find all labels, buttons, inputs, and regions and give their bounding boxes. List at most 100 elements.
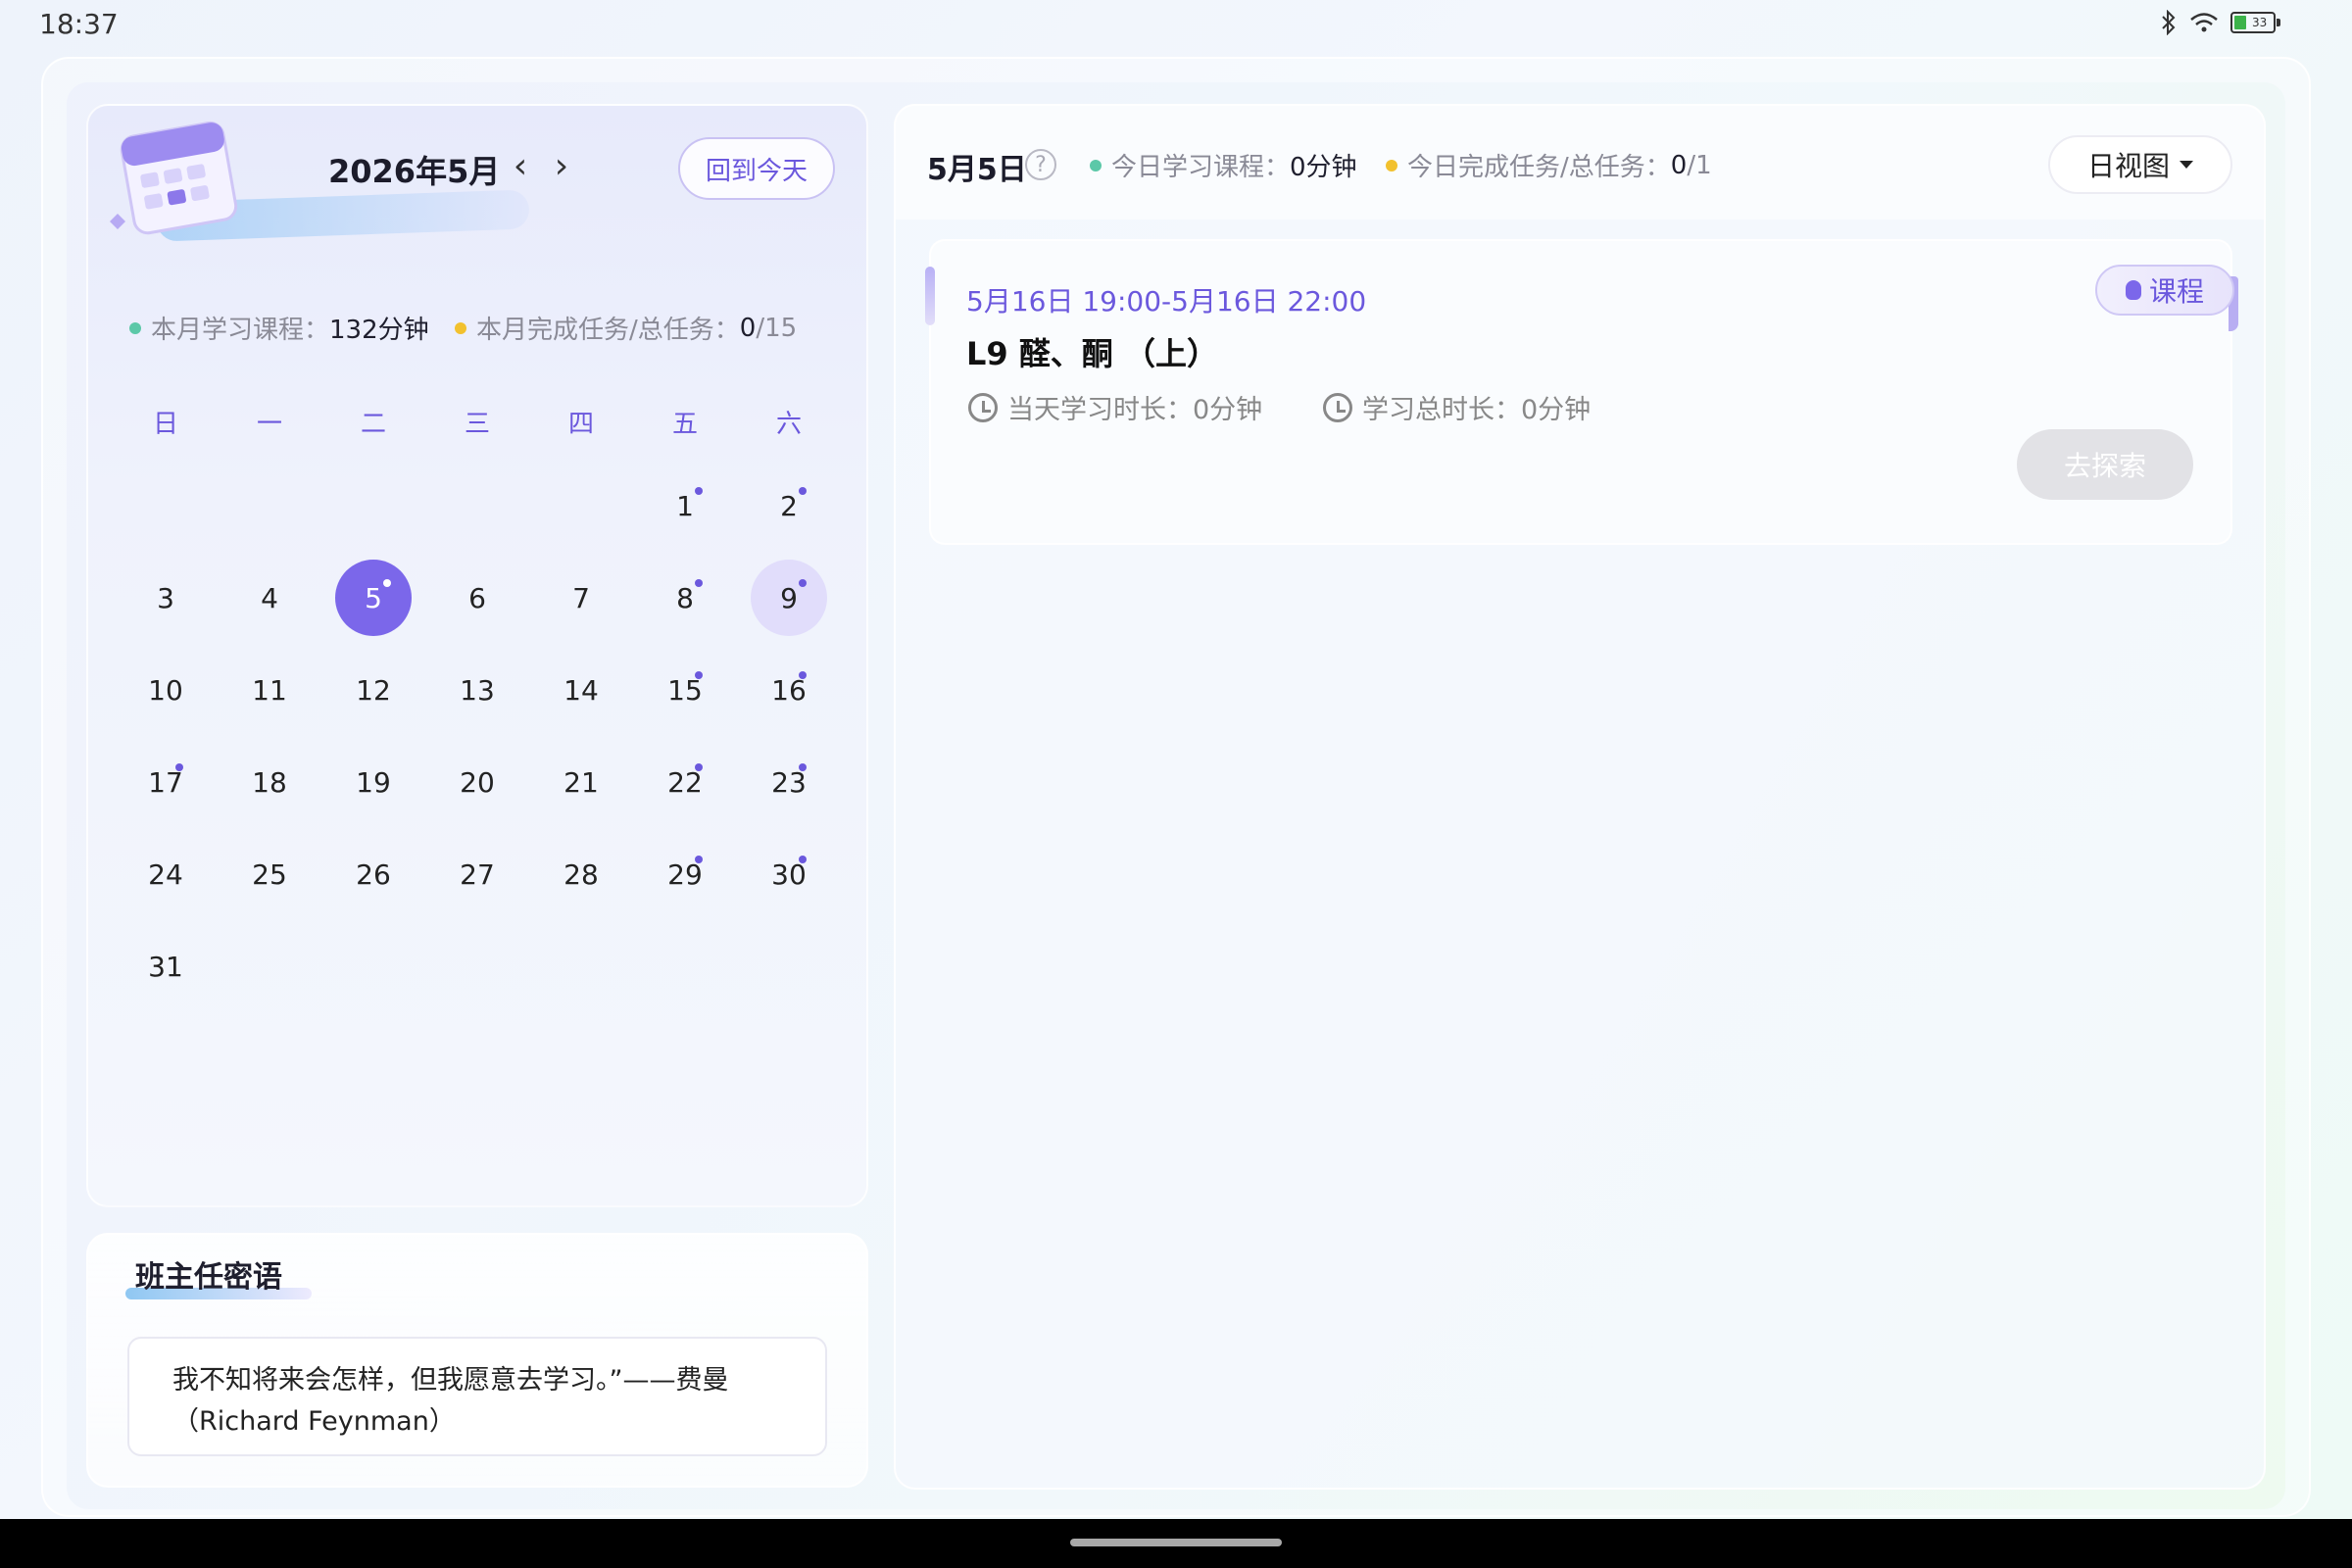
calendar-day-number: 2 bbox=[780, 489, 798, 522]
explore-button[interactable]: 去探索 bbox=[2017, 429, 2193, 500]
course-dot-icon bbox=[1090, 159, 1102, 172]
today-duration: 当天学习时长：0分钟 bbox=[968, 388, 1262, 426]
weekday-label: 三 bbox=[464, 410, 490, 439]
motto-title: 班主任密语 bbox=[135, 1260, 282, 1295]
calendar-day-7[interactable]: 7 bbox=[543, 560, 619, 636]
calendar-day-number: 31 bbox=[148, 950, 183, 983]
calendar-day-number: 7 bbox=[572, 581, 590, 614]
task-marker-dot bbox=[695, 763, 703, 771]
task-marker-dot bbox=[383, 579, 391, 587]
calendar-day-1[interactable]: 1 bbox=[647, 467, 723, 544]
total-duration-label: 学习总时长：0分钟 bbox=[1362, 395, 1592, 425]
calendar-day-number: 21 bbox=[564, 765, 599, 799]
calendar-illustration-icon bbox=[110, 121, 238, 235]
calendar-day-28[interactable]: 28 bbox=[543, 836, 619, 912]
calendar-day-number: 5 bbox=[365, 581, 382, 614]
view-mode-dropdown[interactable]: 日视图 bbox=[2048, 135, 2232, 194]
month-task-label: 本月完成任务/总任务： bbox=[476, 316, 740, 345]
calendar-day-3[interactable]: 3 bbox=[127, 560, 204, 636]
task-marker-dot bbox=[695, 487, 703, 495]
calendar-day-24[interactable]: 24 bbox=[127, 836, 204, 912]
calendar-day-11[interactable]: 11 bbox=[231, 652, 308, 728]
calendar-day-16[interactable]: 16 bbox=[751, 652, 827, 728]
calendar-day-9[interactable]: 9 bbox=[751, 560, 827, 636]
calendar-day-number: 24 bbox=[148, 858, 183, 891]
motto-quote: 我不知将来会怎样，但我愿意去学习。”——费曼 （Richard Feynman） bbox=[127, 1337, 827, 1456]
bluetooth-icon bbox=[2162, 10, 2176, 35]
day-course-stat: 今日学习课程： 0分钟 bbox=[1090, 147, 1357, 183]
month-task-done: 0 bbox=[739, 313, 757, 343]
chevron-down-icon bbox=[2180, 161, 2193, 169]
calendar-day-30[interactable]: 30 bbox=[751, 836, 827, 912]
calendar-day-2[interactable]: 2 bbox=[751, 467, 827, 544]
calendar-day-number: 1 bbox=[676, 489, 694, 522]
task-marker-dot bbox=[695, 579, 703, 587]
calendar-day-21[interactable]: 21 bbox=[543, 744, 619, 820]
task-dot-icon bbox=[1386, 159, 1397, 172]
calendar-day-number: 28 bbox=[564, 858, 599, 891]
month-task-total: /15 bbox=[756, 313, 798, 343]
calendar-day-22[interactable]: 22 bbox=[647, 744, 723, 820]
task-marker-dot bbox=[799, 579, 807, 587]
month-course-value: 132分钟 bbox=[329, 316, 429, 345]
calendar-day-number: 12 bbox=[356, 673, 391, 707]
calendar-day-number: 3 bbox=[157, 581, 174, 614]
calendar-day-6[interactable]: 6 bbox=[439, 560, 515, 636]
clock-time: 18:37 bbox=[39, 8, 119, 40]
calendar-day-5[interactable]: 5 bbox=[335, 560, 412, 636]
calendar-day-29[interactable]: 29 bbox=[647, 836, 723, 912]
calendar-day-31[interactable]: 31 bbox=[127, 928, 204, 1004]
next-month-button[interactable]: › bbox=[547, 147, 576, 186]
help-icon[interactable]: ? bbox=[1025, 149, 1056, 180]
calendar-day-12[interactable]: 12 bbox=[335, 652, 412, 728]
course-dot-icon bbox=[129, 321, 141, 334]
weekday-label: 一 bbox=[256, 410, 282, 439]
calendar-day-10[interactable]: 10 bbox=[127, 652, 204, 728]
calendar-day-27[interactable]: 27 bbox=[439, 836, 515, 912]
day-task-done: 0 bbox=[1670, 150, 1688, 180]
task-title: L9 醛、酮 （上） bbox=[966, 335, 1218, 372]
calendar-day-number: 19 bbox=[356, 765, 391, 799]
calendar-day-14[interactable]: 14 bbox=[543, 652, 619, 728]
back-to-today-button[interactable]: 回到今天 bbox=[678, 137, 835, 200]
today-duration-label: 当天学习时长：0分钟 bbox=[1007, 395, 1263, 425]
lightbulb-icon bbox=[2125, 280, 2141, 300]
weekday-label: 六 bbox=[775, 410, 802, 439]
day-course-value: 0分钟 bbox=[1290, 153, 1357, 182]
task-marker-dot bbox=[799, 763, 807, 771]
weekday-label: 二 bbox=[360, 410, 386, 439]
view-mode-label: 日视图 bbox=[2086, 150, 2170, 182]
task-marker-dot bbox=[799, 671, 807, 679]
calendar-day-number: 6 bbox=[468, 581, 486, 614]
prev-month-button[interactable]: ‹ bbox=[506, 147, 535, 186]
calendar-day-8[interactable]: 8 bbox=[647, 560, 723, 636]
total-duration: 学习总时长：0分钟 bbox=[1323, 388, 1591, 426]
wifi-icon bbox=[2190, 13, 2218, 32]
calendar-day-4[interactable]: 4 bbox=[231, 560, 308, 636]
calendar-day-number: 4 bbox=[261, 581, 278, 614]
calendar-day-number: 13 bbox=[460, 673, 495, 707]
calendar-day-15[interactable]: 15 bbox=[647, 652, 723, 728]
task-dot-icon bbox=[455, 321, 466, 334]
calendar-day-23[interactable]: 23 bbox=[751, 744, 827, 820]
task-accent-bar bbox=[925, 267, 935, 325]
calendar-day-number: 27 bbox=[460, 858, 495, 891]
weekday-label: 四 bbox=[567, 410, 594, 439]
task-marker-dot bbox=[695, 856, 703, 863]
calendar-day-number: 14 bbox=[564, 673, 599, 707]
status-bar: 18:37 33 bbox=[0, 0, 2352, 49]
calendar-day-20[interactable]: 20 bbox=[439, 744, 515, 820]
home-indicator[interactable] bbox=[1070, 1539, 1282, 1546]
battery-level: 33 bbox=[2252, 16, 2268, 29]
calendar-day-18[interactable]: 18 bbox=[231, 744, 308, 820]
calendar-day-number: 20 bbox=[460, 765, 495, 799]
motto-line-2: （Richard Feynman） bbox=[172, 1406, 456, 1437]
month-course-stat: 本月学习课程： 132分钟 bbox=[129, 310, 429, 346]
calendar-day-13[interactable]: 13 bbox=[439, 652, 515, 728]
calendar-day-number: 9 bbox=[780, 581, 798, 614]
calendar-day-19[interactable]: 19 bbox=[335, 744, 412, 820]
calendar-day-25[interactable]: 25 bbox=[231, 836, 308, 912]
course-tag-label: 课程 bbox=[2148, 275, 2204, 308]
calendar-day-26[interactable]: 26 bbox=[335, 836, 412, 912]
calendar-day-17[interactable]: 17 bbox=[127, 744, 204, 820]
